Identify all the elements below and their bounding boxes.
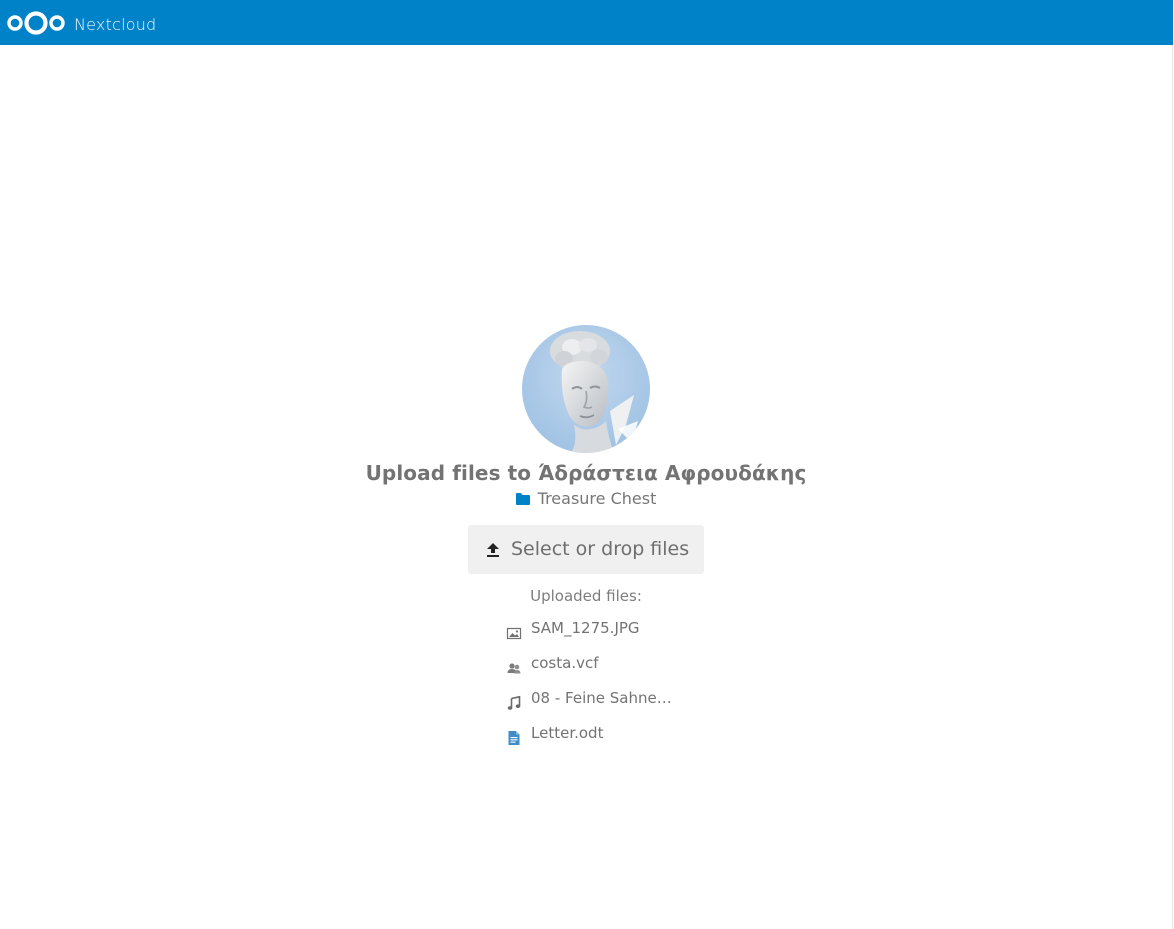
uploaded-file-name: Letter.odt — [531, 724, 604, 742]
audio-file-icon — [507, 695, 521, 710]
uploaded-file-name: 08 - Feine Sahne… — [531, 689, 672, 707]
uploaded-file-item: Letter.odt — [506, 723, 706, 758]
text-document-icon — [508, 731, 520, 745]
share-title: Upload files to Άδράστεια Αφρουδάκης — [365, 461, 807, 485]
nextcloud-logo-icon[interactable] — [6, 9, 66, 37]
uploaded-files-heading: Uploaded files: — [530, 587, 642, 605]
user-avatar — [522, 325, 650, 453]
top-header-bar: Nextcloud — [0, 0, 1173, 45]
image-file-icon — [506, 627, 522, 640]
uploaded-file-item: 08 - Feine Sahne… — [506, 688, 706, 723]
uploaded-files-list: SAM_1275.JPG costa.vcf 08 - Feine Sahne…… — [506, 618, 706, 758]
avatar-image — [522, 325, 650, 453]
uploaded-file-name: costa.vcf — [531, 654, 599, 672]
uploaded-file-item: SAM_1275.JPG — [506, 618, 706, 653]
shared-folder: Treasure Chest — [0, 489, 1172, 508]
uploaded-file-name: SAM_1275.JPG — [531, 619, 640, 637]
select-or-drop-files-button[interactable]: Select or drop files — [468, 525, 704, 574]
folder-icon — [515, 493, 530, 505]
contacts-file-icon — [507, 663, 521, 674]
uploaded-file-item: costa.vcf — [506, 653, 706, 688]
page-edge-divider — [1172, 45, 1173, 929]
folder-name: Treasure Chest — [537, 489, 657, 508]
upload-button-label: Select or drop files — [511, 538, 690, 560]
upload-icon — [487, 543, 499, 557]
app-name: Nextcloud — [74, 15, 157, 34]
